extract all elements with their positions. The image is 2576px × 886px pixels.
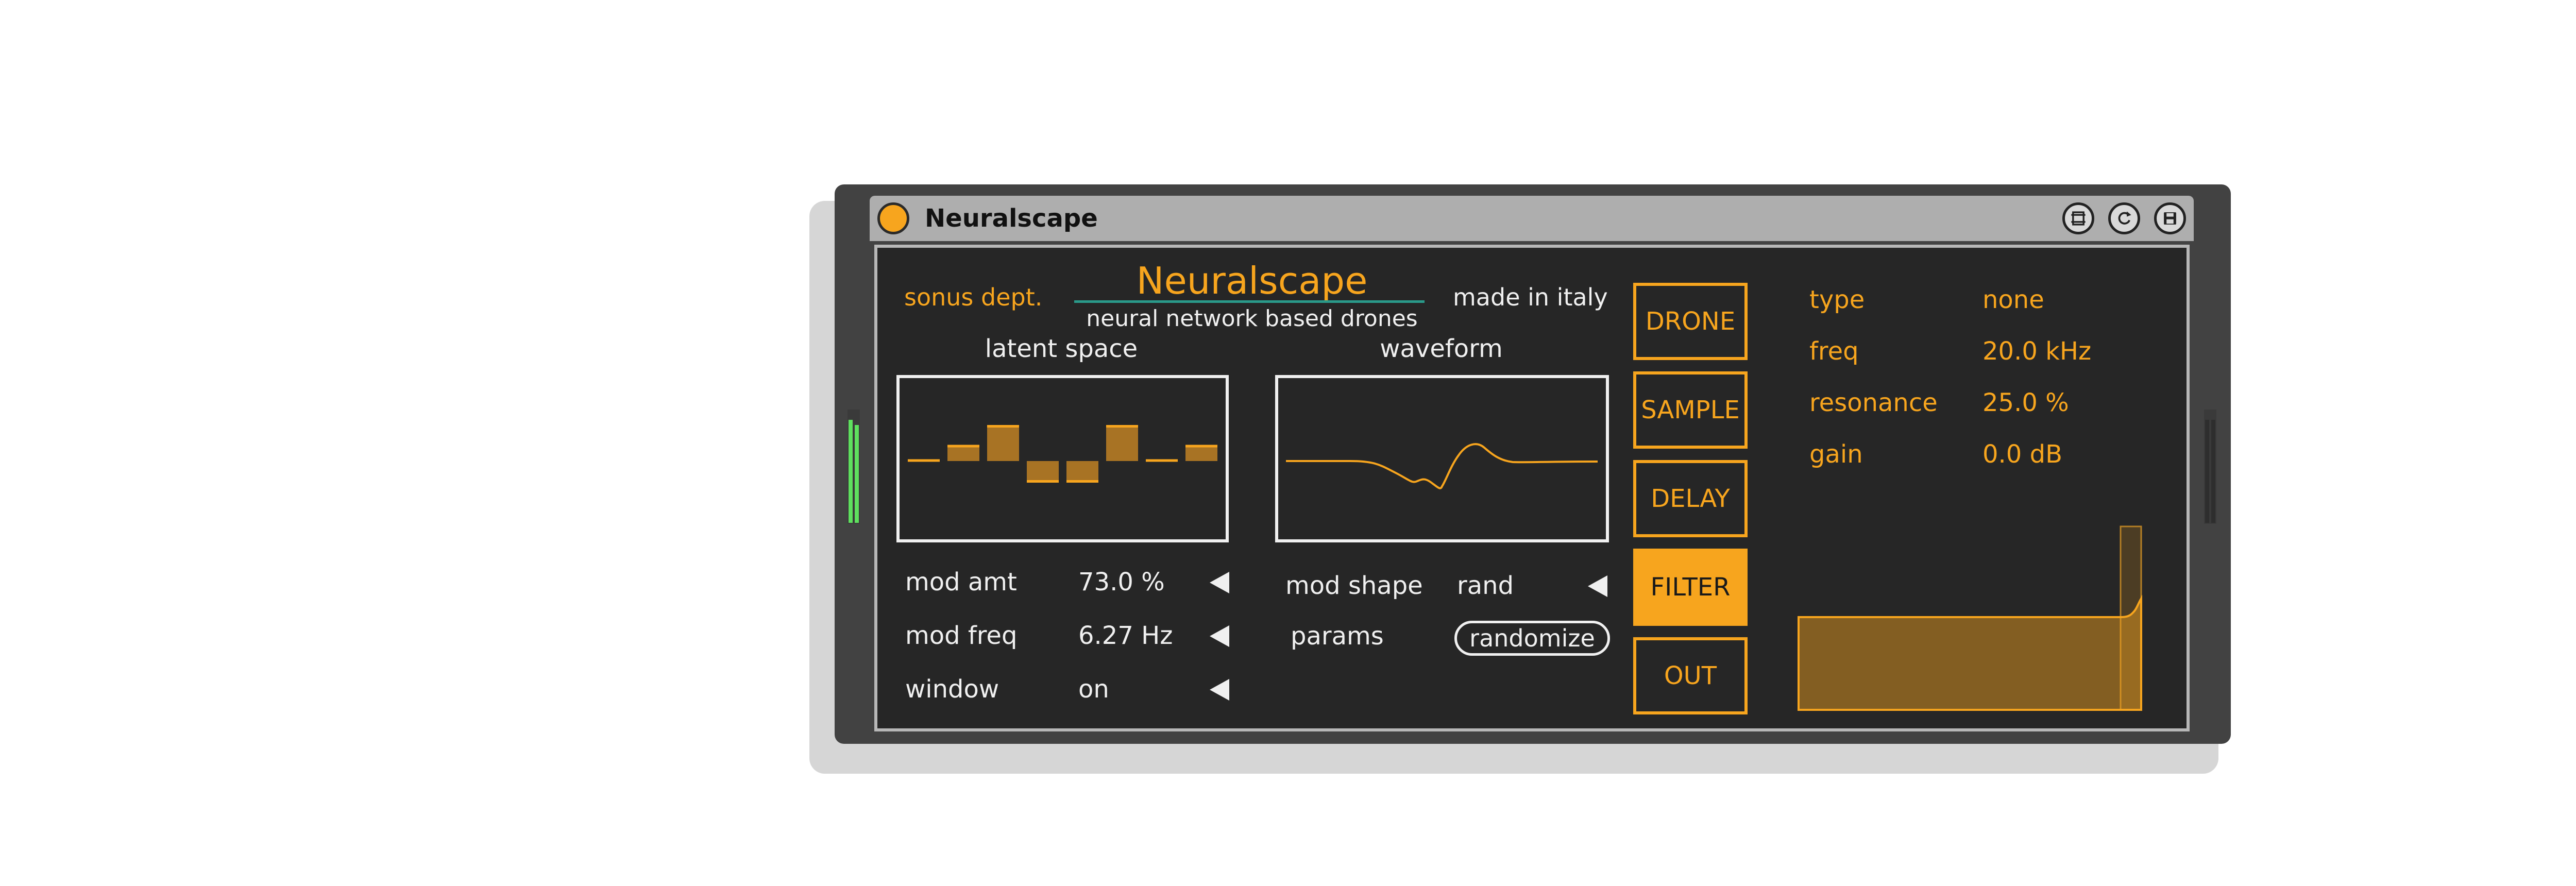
frame-icon[interactable] xyxy=(2062,202,2094,234)
mod-freq-arrow-icon[interactable] xyxy=(1210,625,1229,647)
brand-left: sonus dept. xyxy=(904,283,1043,311)
mod-amt-arrow-icon[interactable] xyxy=(1210,572,1229,593)
latent-bar-edge xyxy=(1185,445,1217,448)
filter-response-graph[interactable] xyxy=(1797,525,2142,711)
latent-space-label: latent space xyxy=(985,334,1138,363)
latent-bar-edge xyxy=(1146,459,1178,462)
randomize-button[interactable]: randomize xyxy=(1454,621,1610,656)
mod-shape-value[interactable]: rand xyxy=(1457,570,1514,601)
filter-resonance-value[interactable]: 25.0 % xyxy=(1982,387,2069,418)
latent-bar-edge xyxy=(947,445,979,448)
filter-freq-value[interactable]: 20.0 kHz xyxy=(1982,336,2091,367)
filter-button[interactable]: FILTER xyxy=(1633,549,1748,626)
mod-amt-value[interactable]: 73.0 % xyxy=(1078,567,1165,598)
device-title: Neuralscape xyxy=(925,204,1098,233)
latent-bars xyxy=(908,425,1217,483)
filter-freq-label: freq xyxy=(1809,337,1859,366)
delay-button[interactable]: DELAY xyxy=(1633,460,1748,537)
latent-bar-edge xyxy=(1106,425,1138,428)
mod-freq-value[interactable]: 6.27 Hz xyxy=(1078,620,1173,651)
latent-bar[interactable] xyxy=(1106,425,1138,461)
latent-bar-edge xyxy=(1027,480,1059,483)
refresh-icon[interactable] xyxy=(2108,202,2140,234)
save-icon[interactable] xyxy=(2154,202,2186,234)
filter-resonance-label: resonance xyxy=(1809,388,1938,417)
latent-bar-edge xyxy=(908,459,940,462)
window-value[interactable]: on xyxy=(1078,674,1109,705)
brand-underline xyxy=(1074,300,1425,303)
brand-title: Neuralscape xyxy=(1136,259,1368,302)
waveform-curve xyxy=(1286,443,1598,489)
mod-amt-label: mod amt xyxy=(905,568,1017,597)
power-icon[interactable] xyxy=(877,202,909,234)
drone-button[interactable]: DRONE xyxy=(1633,283,1748,360)
latent-bar-edge xyxy=(1066,480,1098,483)
mod-freq-label: mod freq xyxy=(905,621,1018,650)
filter-type-value[interactable]: none xyxy=(1982,284,2044,315)
mod-shape-arrow-icon[interactable] xyxy=(1588,575,1607,597)
mod-shape-label: mod shape xyxy=(1285,571,1423,600)
latent-bar-edge xyxy=(987,425,1019,428)
latent-bar[interactable] xyxy=(1066,461,1098,483)
output-meter xyxy=(2204,410,2216,524)
brand-subtitle: neural network based drones xyxy=(1086,305,1418,332)
filter-type-label: type xyxy=(1809,285,1865,314)
brand-right: made in italy xyxy=(1453,283,1608,311)
out-button[interactable]: OUT xyxy=(1633,637,1748,714)
waveform-display xyxy=(1275,375,1609,542)
filter-curve xyxy=(1798,594,2142,711)
sample-button[interactable]: SAMPLE xyxy=(1633,371,1748,449)
window-arrow-icon[interactable] xyxy=(1210,679,1229,701)
latent-bar[interactable] xyxy=(987,425,1019,461)
params-label: params xyxy=(1291,622,1384,651)
latent-bar[interactable] xyxy=(1027,461,1059,483)
window-label: window xyxy=(905,675,999,704)
filter-gain-label: gain xyxy=(1809,440,1863,469)
filter-gain-value[interactable]: 0.0 dB xyxy=(1982,439,2062,470)
latent-space-display[interactable] xyxy=(896,375,1229,542)
waveform-label: waveform xyxy=(1380,334,1503,363)
input-meter xyxy=(848,410,860,524)
